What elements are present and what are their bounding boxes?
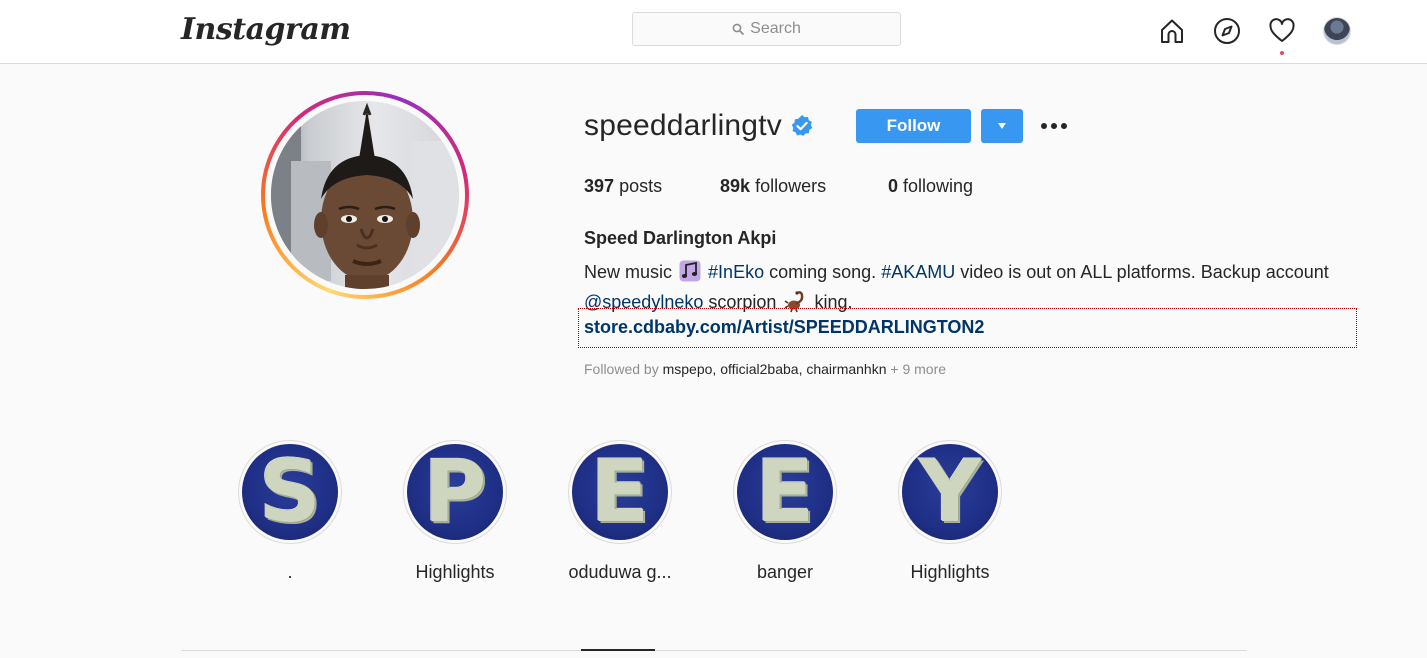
story-highlight[interactable]: E oduduwa g...: [568, 440, 672, 582]
top-navigation-bar: Instagram Search: [0, 0, 1427, 64]
more-dot-icon: [1041, 123, 1047, 129]
bio-text: coming song.: [769, 262, 877, 282]
home-icon[interactable]: [1155, 14, 1189, 48]
musical-notes-emoji-icon: [679, 260, 701, 282]
highlight-cover-letter: S: [259, 444, 321, 540]
highlight-label: oduduwa g...: [568, 562, 672, 582]
highlight-label: banger: [756, 562, 814, 582]
following-count: 0: [888, 176, 899, 196]
followers-stat[interactable]: 89k followers: [720, 176, 826, 197]
story-highlight[interactable]: E banger: [733, 440, 837, 582]
highlight-label: Highlights: [415, 562, 495, 582]
bio-text: New music: [584, 262, 673, 282]
more-options-button[interactable]: [1038, 112, 1070, 140]
follower-name: official2baba: [720, 361, 799, 377]
search-placeholder: Search: [750, 20, 801, 37]
posts-count: 397: [584, 176, 615, 196]
suggested-accounts-dropdown-button[interactable]: [981, 109, 1023, 143]
avatar: [1323, 17, 1351, 45]
active-tab-indicator: [581, 649, 655, 651]
highlight-label: Highlights: [910, 562, 990, 582]
highlight-cover-image: S: [242, 444, 338, 540]
highlight-cover-letter: P: [423, 444, 487, 540]
hashtag-link[interactable]: #AKAMU: [881, 262, 955, 282]
follower-name: mspepo: [662, 361, 713, 377]
more-dot-icon: [1051, 123, 1057, 129]
profile-avatar-button[interactable]: [1320, 14, 1354, 48]
activity-heart-icon[interactable]: [1265, 14, 1299, 48]
followed-by-more: + 9 more: [890, 361, 947, 377]
story-highlight[interactable]: P Highlights: [403, 440, 507, 582]
followed-by-line[interactable]: Followed by mspepo, official2baba, chair…: [584, 361, 946, 377]
highlight-cover-ring: E: [733, 440, 837, 544]
posts-label: posts: [619, 176, 663, 196]
followers-count: 89k: [720, 176, 751, 196]
highlight-cover-ring: Y: [898, 440, 1002, 544]
highlight-cover-image: Y: [902, 444, 998, 540]
avatar-border: [265, 95, 465, 295]
highlight-cover-letter: E: [590, 444, 650, 540]
profile-username: speeddarlingtv: [584, 109, 782, 142]
highlight-cover-image: E: [737, 444, 833, 540]
verified-badge-icon: [791, 115, 813, 136]
explore-icon[interactable]: [1210, 14, 1244, 48]
highlight-cover-ring: S: [238, 440, 342, 544]
follow-button[interactable]: Follow: [856, 109, 971, 143]
profile-picture: [271, 101, 459, 289]
following-label: following: [903, 176, 974, 196]
story-highlight[interactable]: S .: [238, 440, 342, 582]
highlight-cover-letter: Y: [918, 444, 982, 540]
search-icon: [732, 23, 745, 35]
highlight-label: .: [287, 562, 293, 582]
followed-by-prefix: Followed by: [584, 361, 659, 377]
more-dot-icon: [1061, 123, 1067, 129]
highlight-cover-ring: P: [403, 440, 507, 544]
following-stat[interactable]: 0 following: [888, 176, 973, 197]
highlight-cover-image: P: [407, 444, 503, 540]
hashtag-link[interactable]: #InEko: [708, 262, 764, 282]
notification-dot: [1280, 51, 1284, 55]
followers-label: followers: [755, 176, 827, 196]
instagram-logo[interactable]: Instagram: [181, 12, 351, 47]
bio-text: video is out on ALL platforms. Backup ac…: [960, 262, 1329, 282]
username-row: speeddarlingtv: [584, 108, 814, 144]
highlight-cover-ring: E: [568, 440, 672, 544]
follower-name: chairmanhkn: [806, 361, 887, 377]
highlight-cover-letter: E: [755, 444, 815, 540]
external-website-link[interactable]: store.cdbaby.com/Artist/SPEEDDARLINGTON2: [584, 317, 984, 338]
profile-picture-story-ring[interactable]: [261, 91, 469, 299]
profile-full-name: Speed Darlington Akpi: [584, 228, 777, 248]
highlight-cover-image: E: [572, 444, 668, 540]
caret-down-icon: [998, 123, 1006, 129]
story-highlight[interactable]: Y Highlights: [898, 440, 1002, 582]
posts-stat: 397 posts: [584, 176, 662, 197]
search-input[interactable]: Search: [632, 12, 901, 46]
tabs-divider: [181, 650, 1247, 651]
profile-portrait-image: [271, 101, 459, 289]
